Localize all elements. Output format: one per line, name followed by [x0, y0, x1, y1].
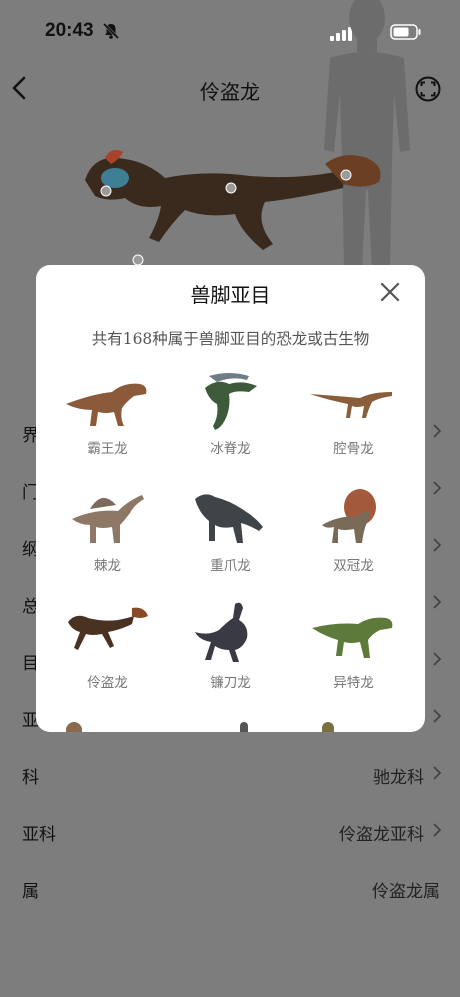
spinosaurus-image: [72, 495, 144, 543]
mute-icon: [102, 22, 120, 44]
baryonyx-image: [195, 494, 263, 543]
expand-corners-icon: [415, 76, 441, 102]
taxonomy-row-subfamily[interactable]: 亚科 伶盗龙亚科: [0, 802, 460, 859]
chevron-right-icon: [433, 595, 442, 609]
allosaurus-image: [312, 617, 393, 658]
cryolophosaurus-image: [205, 373, 257, 430]
dinosaur-name: 棘龙: [94, 558, 121, 574]
taxonomy-value: 伶盗龙亚科: [339, 825, 424, 845]
status-time: 20:43: [45, 20, 94, 41]
coelophysis-image: [310, 392, 392, 418]
velociraptor-hero-image: [75, 140, 395, 274]
taxonomy-row-genus: 属 伶盗龙属: [0, 859, 460, 916]
taxonomy-value: 伶盗龙属: [372, 882, 440, 902]
close-icon: [380, 282, 400, 302]
dinosaur-name: 异特龙: [333, 675, 374, 691]
chevron-right-icon: [433, 823, 442, 837]
dinosaur-name: 腔骨龙: [333, 441, 374, 457]
dinosaur-card-allosaurus[interactable]: 异特龙: [292, 602, 415, 719]
dinosaur-card-coelophysis[interactable]: 腔骨龙: [292, 368, 415, 485]
nav-bar: 伶盗龙: [0, 66, 460, 110]
dinosaur-card-spinosaurus[interactable]: 棘龙: [46, 485, 169, 602]
suborder-modal: 兽脚亚目 共有168种属于兽脚亚目的恐龙或古生物 霸王龙 冰脊龙 腔骨龙 棘龙 …: [36, 265, 425, 732]
chevron-right-icon: [433, 766, 442, 780]
taxonomy-value: 驰龙科: [373, 768, 424, 788]
dinosaur-card-velociraptor[interactable]: 伶盗龙: [46, 602, 169, 719]
taxonomy-row-family[interactable]: 科 驰龙科: [0, 745, 460, 802]
next-row-peek: [240, 722, 248, 732]
dilophosaurus-image: [322, 489, 376, 543]
chevron-right-icon: [433, 538, 442, 552]
dinosaur-name: 霸王龙: [87, 441, 128, 457]
dinosaur-card-baryonyx[interactable]: 重爪龙: [169, 485, 292, 602]
dinosaur-name: 伶盗龙: [87, 675, 128, 691]
dinosaur-name: 冰脊龙: [210, 441, 251, 457]
taxonomy-label: 亚科: [22, 825, 56, 845]
dinosaur-card-therizinosaurus[interactable]: 镰刀龙: [169, 602, 292, 719]
taxonomy-label: 科: [22, 768, 39, 788]
tyrannosaurus-image: [66, 383, 147, 426]
chevron-right-icon: [433, 652, 442, 666]
next-row-peek: [322, 722, 334, 732]
taxonomy-label: 属: [22, 882, 39, 902]
chevron-right-icon: [433, 481, 442, 495]
therizinosaurus-image: [195, 602, 248, 662]
dinosaur-name: 重爪龙: [210, 558, 251, 574]
dinosaur-card-cryolophosaurus[interactable]: 冰脊龙: [169, 368, 292, 485]
modal-title: 兽脚亚目: [190, 283, 271, 307]
chevron-right-icon: [433, 424, 442, 438]
fullscreen-button[interactable]: [415, 76, 441, 102]
dinosaur-card-dilophosaurus[interactable]: 双冠龙: [292, 485, 415, 602]
close-button[interactable]: [379, 281, 401, 303]
dinosaur-name: 双冠龙: [333, 558, 374, 574]
next-row-peek: [66, 722, 82, 732]
velociraptor-image: [68, 607, 148, 650]
dinosaur-card-tyrannosaurus[interactable]: 霸王龙: [46, 368, 169, 485]
page-title: 伶盗龙: [200, 80, 260, 104]
dinosaur-name: 镰刀龙: [210, 675, 251, 691]
modal-subtitle: 共有168种属于兽脚亚目的恐龙或古生物: [91, 330, 370, 348]
chevron-right-icon: [433, 709, 442, 723]
